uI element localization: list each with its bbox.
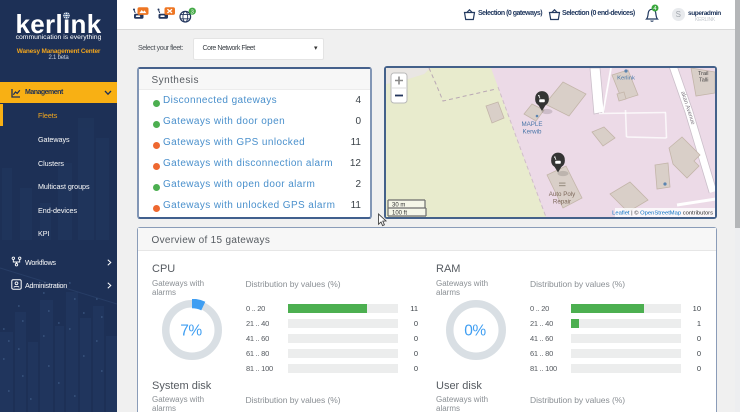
svg-text:Talli: Talli [699, 78, 708, 84]
svg-text:Leaflet | © OpenStreetMap cont: Leaflet | © OpenStreetMap contributors [612, 210, 713, 217]
svg-text:3: 3 [191, 9, 194, 15]
svg-text:Repair: Repair [553, 199, 571, 206]
svg-text:Auto Poly: Auto Poly [549, 191, 576, 198]
svg-text:MAPLE: MAPLE [522, 121, 543, 128]
svg-text:100 ft: 100 ft [392, 210, 407, 216]
svg-text:0%: 0% [465, 323, 487, 340]
svg-text:7%: 7% [181, 323, 203, 340]
svg-text:Trail: Trail [698, 71, 709, 77]
svg-text:30 m: 30 m [392, 202, 405, 208]
svg-text:Kerlink: Kerlink [617, 76, 635, 82]
svg-text:Kerwib: Kerwib [523, 129, 542, 136]
